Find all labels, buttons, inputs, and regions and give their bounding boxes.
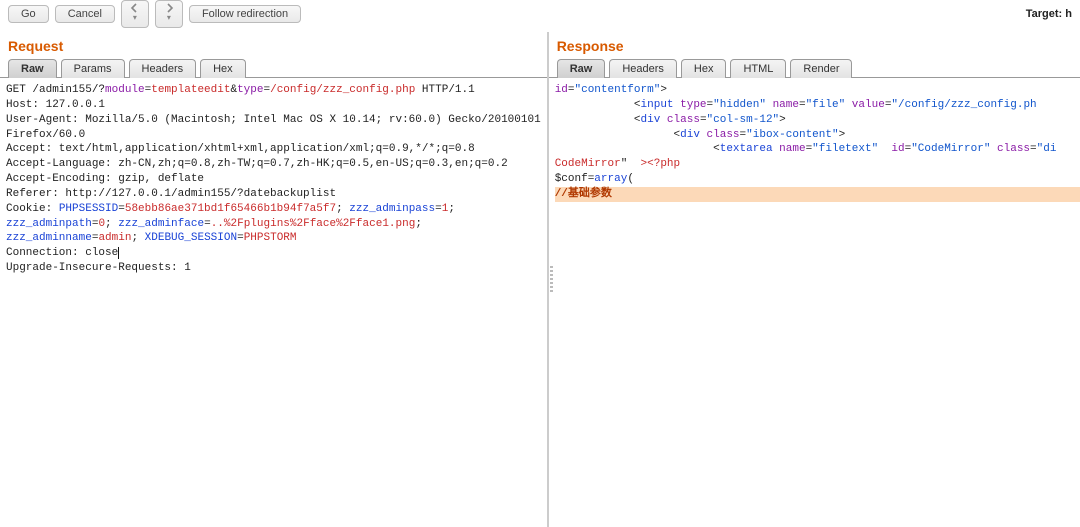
- request-raw-content[interactable]: GET /admin155/?module=templateedit&type=…: [0, 78, 547, 527]
- prev-button[interactable]: ▾: [121, 0, 149, 28]
- cancel-button[interactable]: Cancel: [55, 5, 115, 23]
- request-tab-params[interactable]: Params: [61, 59, 125, 78]
- response-tab-raw[interactable]: Raw: [557, 59, 606, 78]
- target-label: Target: h: [1026, 8, 1072, 20]
- chevron-right-icon: [164, 3, 174, 13]
- request-title: Request: [0, 32, 547, 58]
- follow-redirection-button[interactable]: Follow redirection: [189, 5, 301, 23]
- next-button[interactable]: ▾: [155, 0, 183, 28]
- response-raw-content[interactable]: id="contentform"> <input type="hidden" n…: [549, 78, 1080, 527]
- request-tab-raw[interactable]: Raw: [8, 59, 57, 78]
- chevron-left-icon: [130, 3, 140, 13]
- go-button[interactable]: Go: [8, 5, 49, 23]
- main-toolbar: Go Cancel ▾ ▾ Follow redirection Target:…: [0, 0, 1080, 32]
- request-tabs: RawParamsHeadersHex: [0, 58, 547, 78]
- request-pane: Request RawParamsHeadersHex GET /admin15…: [0, 32, 547, 527]
- response-tab-html[interactable]: HTML: [730, 59, 786, 78]
- response-pane: Response RawHeadersHexHTMLRender id="con…: [549, 32, 1080, 527]
- response-tab-hex[interactable]: Hex: [681, 59, 727, 78]
- response-title: Response: [549, 32, 1080, 58]
- response-tabs: RawHeadersHexHTMLRender: [549, 58, 1080, 78]
- request-tab-hex[interactable]: Hex: [200, 59, 246, 78]
- response-tab-render[interactable]: Render: [790, 59, 852, 78]
- response-tab-headers[interactable]: Headers: [609, 59, 677, 78]
- request-tab-headers[interactable]: Headers: [129, 59, 197, 78]
